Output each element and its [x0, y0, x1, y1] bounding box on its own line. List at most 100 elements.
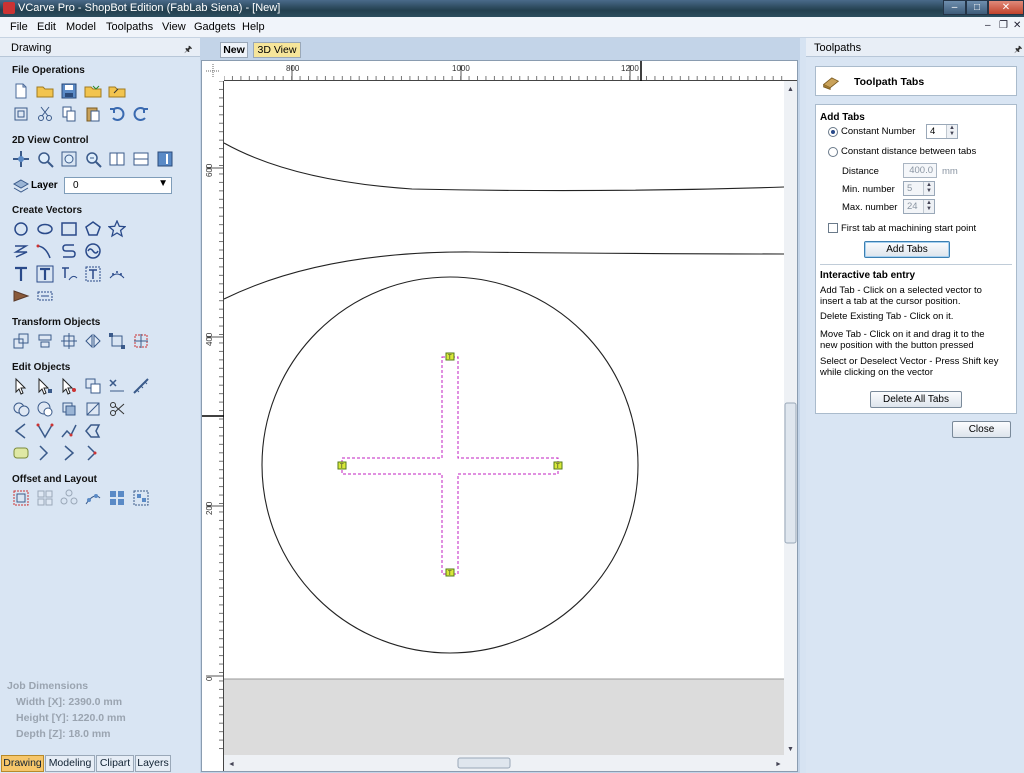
- mdi-minimize-button[interactable]: –: [985, 20, 991, 31]
- trim-icon[interactable]: [108, 377, 126, 395]
- text-arc-icon[interactable]: [108, 265, 126, 283]
- node-edit-icon[interactable]: [36, 377, 54, 395]
- copy-along-vector-icon[interactable]: [84, 489, 102, 507]
- draw-text-icon[interactable]: [12, 265, 30, 283]
- measure-icon[interactable]: [132, 377, 150, 395]
- job-setup-icon[interactable]: [12, 105, 30, 123]
- scroll-down-arrow[interactable]: ▼: [787, 746, 794, 753]
- dimension-icon[interactable]: [12, 287, 30, 305]
- paste-icon[interactable]: [84, 105, 102, 123]
- close-window-button[interactable]: ✕: [988, 0, 1024, 15]
- extend-icon[interactable]: [36, 444, 54, 462]
- stepper-arrows[interactable]: ▲ ▼: [946, 125, 957, 138]
- auto-layout-text-icon[interactable]: [60, 265, 78, 283]
- mdi-close-button[interactable]: ✕: [1013, 20, 1021, 31]
- delete-all-tabs-button[interactable]: Delete All Tabs: [870, 391, 962, 408]
- toggle-panel-icon[interactable]: [156, 150, 174, 168]
- zoom-extents-icon[interactable]: [60, 150, 78, 168]
- menu-gadgets[interactable]: Gadgets: [194, 21, 236, 33]
- set-size-icon[interactable]: [132, 332, 150, 350]
- intersect-icon[interactable]: [60, 400, 78, 418]
- import-vectors-icon[interactable]: [108, 82, 126, 100]
- view-split-icon[interactable]: [132, 150, 150, 168]
- menu-model[interactable]: Model: [66, 21, 96, 33]
- move-icon[interactable]: [12, 332, 30, 350]
- draw-polyline-icon[interactable]: [12, 242, 30, 260]
- drawing-canvas[interactable]: 800 1000 1200 600 400 200 0 T T T T ▲ ▼: [202, 61, 797, 771]
- stepper-arrows[interactable]: ▲ ▼: [923, 200, 934, 213]
- tab-clipart[interactable]: Clipart: [96, 755, 134, 772]
- draw-arc-icon[interactable]: [36, 242, 54, 260]
- scroll-right-arrow[interactable]: ►: [775, 761, 782, 768]
- menu-edit[interactable]: Edit: [37, 21, 56, 33]
- constant-distance-radio[interactable]: [828, 147, 838, 157]
- weld-icon[interactable]: [12, 400, 30, 418]
- spin-down-icon[interactable]: ▼: [924, 206, 934, 212]
- draw-star-icon[interactable]: [108, 220, 126, 238]
- menu-file[interactable]: File: [10, 21, 28, 33]
- tab-layers[interactable]: Layers: [135, 755, 171, 772]
- tab-modeling[interactable]: Modeling: [45, 755, 95, 772]
- pan-icon[interactable]: [12, 150, 30, 168]
- array-copy-icon[interactable]: [36, 489, 54, 507]
- tab-marker-bottom[interactable]: T: [445, 568, 455, 577]
- subtract-icon[interactable]: [36, 400, 54, 418]
- new-file-icon[interactable]: [12, 82, 30, 100]
- drawing-view[interactable]: 800 1000 1200 600 400 200 0 T T T T ▲ ▼: [201, 60, 798, 772]
- nesting-icon[interactable]: [108, 489, 126, 507]
- curve-fit-icon[interactable]: [60, 422, 78, 440]
- tab-3d-view[interactable]: 3D View: [253, 42, 301, 58]
- copy-icon[interactable]: [60, 105, 78, 123]
- draw-rectangle-icon[interactable]: [60, 220, 78, 238]
- vertical-scroll-thumb[interactable]: [784, 402, 797, 544]
- stepper-arrows[interactable]: ▲ ▼: [923, 182, 934, 195]
- scroll-up-arrow[interactable]: ▲: [787, 86, 794, 93]
- mdi-restore-button[interactable]: ❐: [999, 20, 1008, 31]
- join-open-icon[interactable]: [12, 422, 30, 440]
- open-folder-icon[interactable]: [36, 82, 54, 100]
- minimize-button[interactable]: –: [943, 0, 966, 15]
- constant-number-radio[interactable]: [828, 127, 838, 137]
- import-folder-icon[interactable]: [84, 82, 102, 100]
- draw-ellipse-icon[interactable]: [36, 220, 54, 238]
- close-button[interactable]: Close: [952, 421, 1011, 438]
- adjust-text-icon[interactable]: [84, 265, 102, 283]
- draw-spiral-icon[interactable]: [84, 242, 102, 260]
- tab-new-view[interactable]: New: [220, 42, 248, 58]
- offset-icon[interactable]: [12, 489, 30, 507]
- pin-icon[interactable]: 🖈: [1014, 42, 1022, 58]
- scroll-left-arrow[interactable]: ◄: [228, 761, 235, 768]
- mirror-icon[interactable]: [84, 332, 102, 350]
- interactive-select-icon[interactable]: [60, 377, 78, 395]
- distance-input[interactable]: 400.0: [903, 163, 937, 178]
- min-number-stepper[interactable]: 5 ▲ ▼: [903, 181, 935, 196]
- spin-down-icon[interactable]: ▼: [924, 188, 934, 194]
- vector-select-icon[interactable]: [84, 377, 102, 395]
- view-layout-icon[interactable]: [108, 150, 126, 168]
- text-on-curve-icon[interactable]: [36, 265, 54, 283]
- add-tabs-button[interactable]: Add Tabs: [864, 241, 950, 258]
- constant-number-stepper[interactable]: 4 ▲ ▼: [926, 124, 958, 139]
- tab-marker-right[interactable]: T: [553, 461, 563, 470]
- maximize-button[interactable]: □: [966, 0, 988, 15]
- undo-icon[interactable]: [108, 105, 126, 123]
- layer-select[interactable]: 0 ▼: [64, 177, 172, 194]
- spin-down-icon[interactable]: ▼: [947, 131, 957, 137]
- tab-marker-top[interactable]: T: [445, 352, 455, 361]
- select-icon[interactable]: [12, 377, 30, 395]
- first-tab-checkbox[interactable]: [828, 223, 838, 233]
- max-number-stepper[interactable]: 24 ▲ ▼: [903, 199, 935, 214]
- pin-icon[interactable]: 🖈: [184, 42, 192, 58]
- scissors-icon[interactable]: [108, 400, 126, 418]
- draw-dimension-icon[interactable]: [36, 287, 54, 305]
- close-vector-icon[interactable]: [84, 422, 102, 440]
- horizontal-scroll-thumb[interactable]: [457, 757, 511, 769]
- align-icon[interactable]: [36, 332, 54, 350]
- join-vertex-icon[interactable]: [36, 422, 54, 440]
- menu-view[interactable]: View: [162, 21, 186, 33]
- zoom-selection-icon[interactable]: [84, 150, 102, 168]
- menu-toolpaths[interactable]: Toolpaths: [106, 21, 153, 33]
- cut-icon[interactable]: [36, 105, 54, 123]
- circular-array-icon[interactable]: [60, 489, 78, 507]
- mitre-icon[interactable]: [60, 444, 78, 462]
